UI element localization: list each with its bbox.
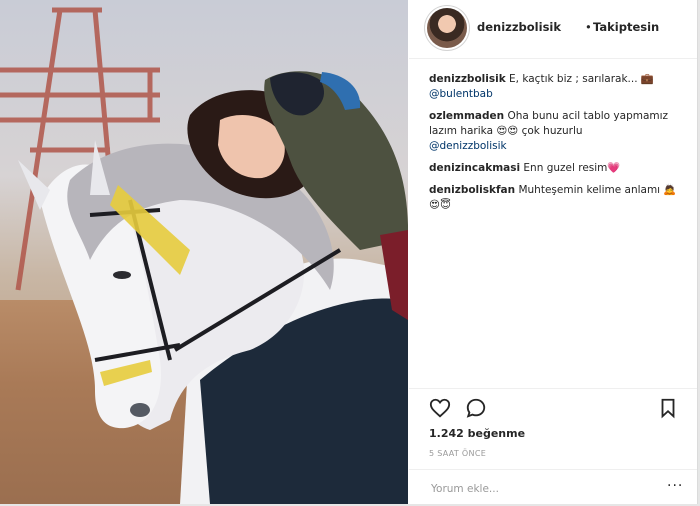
more-options-icon[interactable]: ···	[667, 478, 683, 494]
comment-text: E, kaçtık biz ; sarılarak... 💼	[509, 73, 654, 85]
heart-icon[interactable]	[429, 397, 451, 419]
instagram-post: denizzbolisik • Takiptesin denizzbolisik…	[0, 0, 698, 504]
comment-bubble-icon[interactable]	[465, 397, 487, 419]
comment-mention[interactable]: @bulentbab	[429, 88, 493, 100]
comment-list: denizzbolisik E, kaçtık biz ; sarılarak.…	[429, 72, 687, 220]
post-photo[interactable]	[0, 0, 408, 504]
comment-username[interactable]: denizboliskfan	[429, 184, 515, 196]
comment-input[interactable]	[429, 479, 653, 499]
comment-item: denizzbolisik E, kaçtık biz ; sarılarak.…	[429, 72, 687, 102]
add-comment-bar: ···	[409, 469, 697, 506]
comment-username[interactable]: ozlemmaden	[429, 110, 504, 122]
post-header: denizzbolisik • Takiptesin	[409, 0, 697, 59]
bookmark-icon[interactable]	[657, 397, 679, 419]
post-timestamp: 5 SAAT ÖNCE	[429, 449, 487, 458]
avatar[interactable]	[427, 8, 467, 48]
comment-item: ozlemmaden Oha bunu acil tablo yapmamız …	[429, 109, 687, 154]
header-username[interactable]: denizzbolisik	[477, 20, 561, 34]
comment-item: denizboliskfan Muhteşemin kelime anlamı …	[429, 183, 687, 213]
follow-status-button[interactable]: Takiptesin	[593, 20, 659, 34]
likes-count[interactable]: 1.242 beğenme	[429, 427, 525, 440]
comment-username[interactable]: denizincakmasi	[429, 162, 520, 174]
post-actions: 1.242 beğenme 5 SAAT ÖNCE ···	[409, 388, 697, 505]
comment-item: denizincakmasi Enn guzel resim💗	[429, 161, 687, 176]
comment-mention[interactable]: @denizzbolisik	[429, 140, 507, 152]
header-separator: •	[585, 20, 592, 34]
comment-text: Enn guzel resim💗	[523, 162, 621, 174]
horse-scene	[0, 7, 408, 504]
post-side-panel: denizzbolisik • Takiptesin denizzbolisik…	[409, 0, 697, 504]
comment-username[interactable]: denizzbolisik	[429, 73, 506, 85]
